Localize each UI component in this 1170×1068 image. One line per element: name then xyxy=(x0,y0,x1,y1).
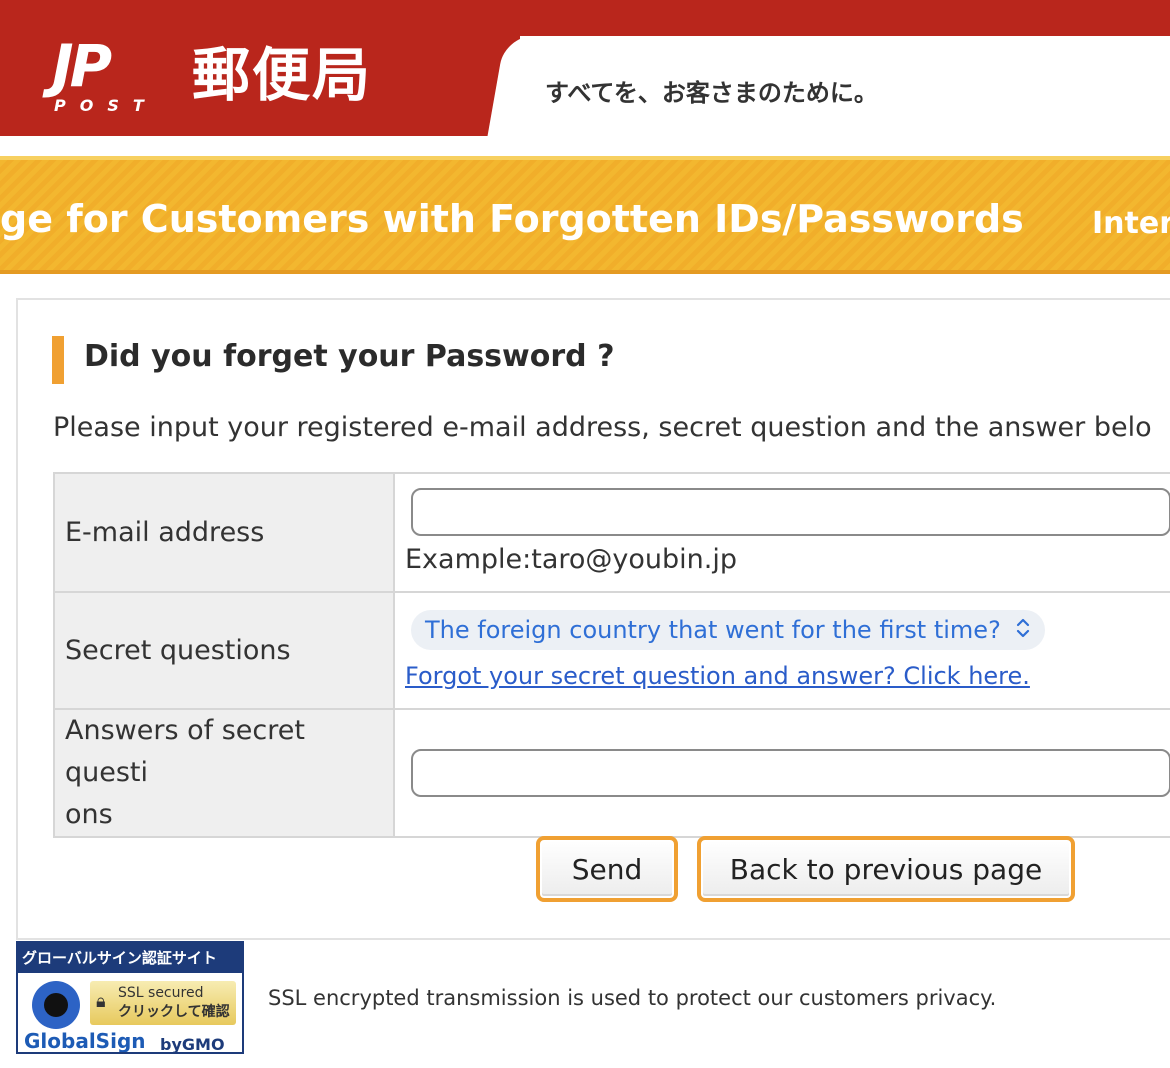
intro-text: Please input your registered e-mail addr… xyxy=(53,412,1152,443)
back-button[interactable]: Back to previous page xyxy=(697,836,1075,902)
send-button[interactable]: Send xyxy=(536,836,678,902)
secret-question-cell: The foreign country that went for the fi… xyxy=(393,591,1170,710)
tagline: すべてを、お客さまのために。 xyxy=(545,79,878,107)
email-example: Example:taro@youbin.jp xyxy=(405,543,737,575)
answer-field[interactable] xyxy=(411,749,1170,797)
jp-post-logo[interactable]: JP POST xyxy=(52,36,192,120)
ssl-secured-text: SSL secured xyxy=(118,985,204,1001)
secret-question-label: Secret questions xyxy=(53,591,395,710)
band-right-text: Inter xyxy=(1092,206,1170,241)
ssl-brand: GlobalSign xyxy=(24,1029,146,1053)
section-accent-bar xyxy=(52,336,64,384)
email-label: E-mail address xyxy=(53,472,395,593)
chevron-updown-icon xyxy=(1015,617,1031,643)
site-header: JP POST 郵便局 すべてを、お客さまのために。 xyxy=(0,0,1170,156)
email-field[interactable] xyxy=(411,487,1170,536)
logo-sub: POST xyxy=(54,96,158,115)
logo-mark: JP xyxy=(52,32,112,100)
answer-label-line1: Answers of secret questi xyxy=(65,715,305,788)
brand-name: 郵便局 xyxy=(192,41,373,109)
table-row: E-mail address Example:taro@youbin.jp xyxy=(53,472,1170,593)
answer-cell xyxy=(393,708,1170,838)
ssl-note: SSL encrypted transmission is used to pr… xyxy=(268,986,997,1010)
secret-question-selected: The foreign country that went for the fi… xyxy=(425,615,1001,644)
page-title-band: ge for Customers with Forgotten IDs/Pass… xyxy=(0,156,1170,274)
eye-icon xyxy=(32,981,80,1029)
ssl-gmo: byGMO xyxy=(160,1035,225,1054)
ssl-badge-body: 🔒︎ SSL secured クリックして確認 GlobalSign byGMO xyxy=(18,973,242,1054)
table-row: Answers of secret questi ons xyxy=(53,708,1170,838)
answer-label: Answers of secret questi ons xyxy=(53,708,395,838)
ssl-badge[interactable]: グローバルサイン認証サイト 🔒︎ SSL secured クリックして確認 Gl… xyxy=(16,941,244,1054)
lock-icon: 🔒︎ xyxy=(96,991,106,1012)
ssl-badge-tag: 🔒︎ SSL secured クリックして確認 xyxy=(90,981,236,1025)
secret-question-select[interactable]: The foreign country that went for the fi… xyxy=(411,609,1045,650)
forgot-question-link[interactable]: Forgot your secret question and answer? … xyxy=(405,660,1170,692)
table-row: Secret questions The foreign country tha… xyxy=(53,591,1170,710)
form-table: E-mail address Example:taro@youbin.jp Se… xyxy=(53,472,1170,838)
page-title: ge for Customers with Forgotten IDs/Pass… xyxy=(0,197,1024,241)
email-cell: Example:taro@youbin.jp xyxy=(393,472,1170,593)
section-title: Did you forget your Password ? xyxy=(84,339,615,374)
ssl-click-text: クリックして確認 xyxy=(118,1004,230,1020)
answer-label-line2: ons xyxy=(65,799,113,830)
page: JP POST 郵便局 すべてを、お客さまのために。 ge for Custom… xyxy=(0,0,1170,1068)
ssl-badge-title: グローバルサイン認証サイト xyxy=(18,943,242,973)
